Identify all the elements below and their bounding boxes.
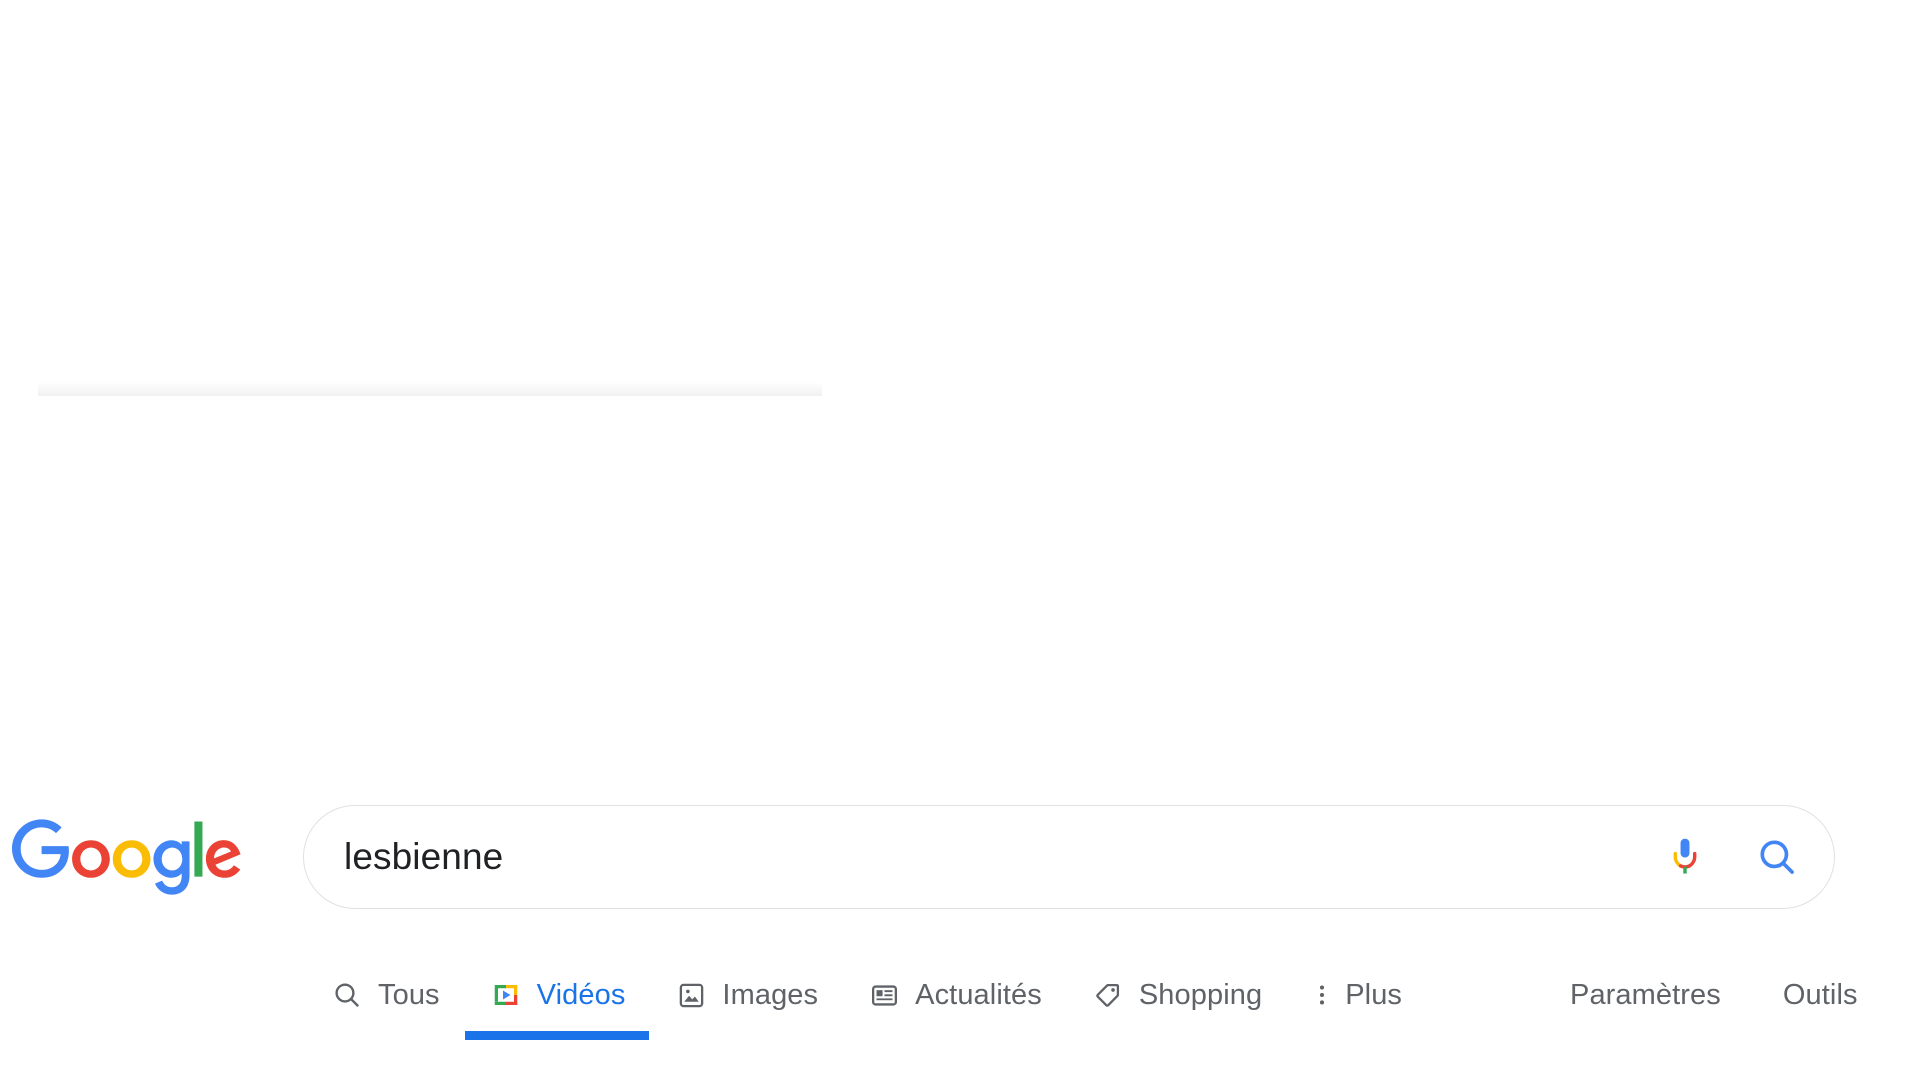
tab-label: Outils (1782, 978, 1858, 1011)
header-shadow-band (38, 382, 822, 396)
tab-label: Paramètres (1570, 978, 1721, 1011)
video-icon (489, 978, 523, 1012)
tab-label: Actualités (915, 978, 1042, 1011)
tab-label: Images (722, 978, 819, 1011)
tab-outils[interactable]: Outils (1783, 952, 1858, 1038)
tab-plus[interactable]: Plus (1311, 952, 1402, 1038)
search-header: Tous Vi (0, 396, 1920, 1040)
google-search-results-page: Tous Vi (0, 0, 1920, 1080)
search-submit-icon[interactable] (1756, 836, 1798, 878)
tab-label: Tous (378, 978, 440, 1011)
tab-label: Vidéos (536, 978, 626, 1011)
tab-videos[interactable]: Vidéos (464, 952, 650, 1040)
tab-parametres[interactable]: Paramètres (1570, 952, 1721, 1038)
google-logo[interactable] (8, 819, 246, 897)
search-icon (330, 978, 364, 1012)
tab-shopping[interactable]: Shopping (1091, 952, 1262, 1038)
image-icon (674, 978, 708, 1012)
microphone-icon[interactable] (1664, 836, 1706, 878)
more-vert-icon (1311, 978, 1333, 1012)
results-nav: Tous Vidéos Images Actualités Shopping P… (0, 952, 1920, 1049)
tab-active-underline (464, 1031, 650, 1040)
tab-label: Shopping (1138, 978, 1263, 1011)
search-box[interactable] (303, 805, 1914, 909)
tag-icon (1091, 978, 1125, 1012)
tab-tous[interactable]: Tous (330, 952, 440, 1038)
tab-images[interactable]: Images (674, 952, 818, 1038)
search-box-actions (1664, 806, 1798, 908)
tab-label: Plus (1345, 978, 1403, 1011)
nav-tab-list: Tous Vidéos Images Actualités Shopping P… (330, 952, 1464, 1049)
nav-right-tab-list: Paramètres Outils (1570, 952, 1858, 1038)
tab-actualites[interactable]: Actualités (867, 952, 1042, 1038)
newspaper-icon (867, 978, 901, 1012)
